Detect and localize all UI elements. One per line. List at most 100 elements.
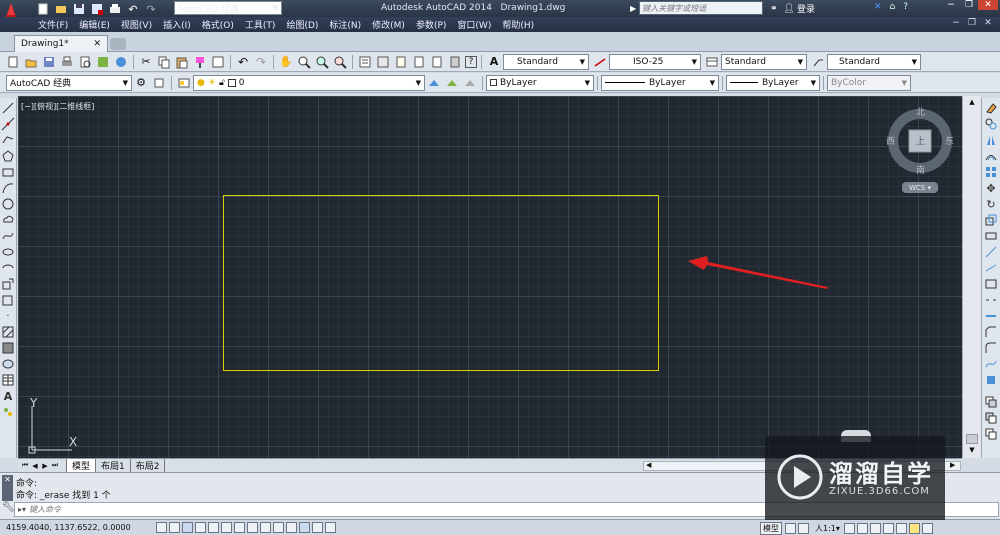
compass-north[interactable]: 北 <box>916 105 925 118</box>
make-block-icon[interactable] <box>0 292 16 308</box>
new-file-icon[interactable] <box>5 54 21 70</box>
fillet-icon[interactable] <box>983 340 999 356</box>
3d-dwf-icon[interactable] <box>113 54 129 70</box>
circle-icon[interactable] <box>0 196 16 212</box>
layer-previous-icon[interactable] <box>444 75 460 91</box>
copy-object-icon[interactable] <box>983 116 999 132</box>
tab-drawing1[interactable]: Drawing1* ✕ <box>14 35 108 52</box>
polygon-icon[interactable] <box>0 148 16 164</box>
arc-icon[interactable] <box>0 180 16 196</box>
redo-icon[interactable]: ↷ <box>143 1 159 17</box>
blend-curves-icon[interactable] <box>983 356 999 372</box>
ellipse-arc-icon[interactable] <box>0 260 16 276</box>
lightbulb-icon[interactable]: ● <box>197 78 205 88</box>
model-space-button[interactable]: 模型 <box>760 522 782 535</box>
match-properties-icon[interactable] <box>192 54 208 70</box>
doc-close-icon[interactable]: ✕ <box>980 18 996 28</box>
undo-toolbar-icon[interactable]: ↶ <box>235 54 251 70</box>
quick-view-drawings-icon[interactable] <box>798 523 809 534</box>
doc-minimize-icon[interactable]: − <box>948 18 964 28</box>
ellipse-icon[interactable] <box>0 244 16 260</box>
break-at-point-icon[interactable] <box>983 276 999 292</box>
grid-display-icon[interactable] <box>182 522 193 533</box>
lineweight-display-icon[interactable] <box>286 522 297 533</box>
make-current-layer-icon[interactable] <box>426 75 442 91</box>
paste-icon[interactable] <box>174 54 190 70</box>
extend-icon[interactable] <box>983 260 999 276</box>
hardware-acceleration-icon[interactable] <box>895 523 907 534</box>
copy-icon[interactable] <box>156 54 172 70</box>
new-icon[interactable] <box>35 1 51 17</box>
quick-properties-icon[interactable] <box>312 522 323 533</box>
binoculars-icon[interactable]: ⚭ <box>770 4 778 14</box>
vertical-scrollbar[interactable]: ▲ ▼ <box>962 96 981 458</box>
menu-help[interactable]: 帮助(H) <box>502 18 534 31</box>
menu-format[interactable]: 格式(O) <box>202 18 234 31</box>
save-icon[interactable] <box>71 1 87 17</box>
text-style-dropdown[interactable]: Standard ▼ <box>503 53 589 70</box>
linetype-dropdown[interactable]: ByLayer ▼ <box>601 74 719 91</box>
join-icon[interactable] <box>983 308 999 324</box>
print-icon[interactable] <box>107 1 123 17</box>
table-style-icon[interactable] <box>704 54 720 70</box>
coordinates-readout[interactable]: 4159.4040, 1137.6522, 0.0000 <box>6 523 156 532</box>
line-icon[interactable] <box>0 100 16 116</box>
publish-icon[interactable] <box>95 54 111 70</box>
search-input[interactable] <box>639 1 764 15</box>
workspace-switching-icon[interactable] <box>869 523 881 534</box>
last-layout-icon[interactable]: ⏭ <box>50 461 60 470</box>
redo-toolbar-icon[interactable]: ↷ <box>253 54 269 70</box>
save-file-icon[interactable] <box>41 54 57 70</box>
trim-icon[interactable] <box>983 244 999 260</box>
open-file-icon[interactable] <box>23 54 39 70</box>
close-icon[interactable]: ✕ <box>978 0 998 10</box>
help-toolbar-icon[interactable]: ? <box>465 55 477 68</box>
polar-tracking-icon[interactable] <box>208 522 219 533</box>
lineweight-dropdown[interactable]: ByLayer ▼ <box>726 74 820 91</box>
menu-parametric[interactable]: 参数(P) <box>416 18 446 31</box>
table-style-dropdown[interactable]: Standard ▼ <box>721 53 807 70</box>
login-link[interactable]: 登录 <box>797 2 815 15</box>
polyline-icon[interactable] <box>0 132 16 148</box>
command-close-icon[interactable]: ✕ <box>2 475 13 501</box>
design-center-icon[interactable] <box>375 54 391 70</box>
menu-insert[interactable]: 插入(I) <box>163 18 191 31</box>
hatch-icon[interactable] <box>0 324 16 340</box>
rotate-icon[interactable]: ↻ <box>983 196 999 212</box>
menu-tools[interactable]: 工具(T) <box>245 18 276 31</box>
new-tab-button[interactable] <box>110 38 126 50</box>
unlock-icon[interactable]: 🔓︎ <box>219 78 225 88</box>
workspace-toolbar-dropdown[interactable]: AutoCAD 经典 ▼ <box>6 74 132 91</box>
menu-draw[interactable]: 绘图(D) <box>286 18 318 31</box>
dynamic-input-icon[interactable] <box>273 522 284 533</box>
menu-modify[interactable]: 修改(M) <box>372 18 405 31</box>
tab-close-icon[interactable]: ✕ <box>93 39 101 49</box>
revision-cloud-icon[interactable] <box>0 212 16 228</box>
minimize-icon[interactable]: − <box>942 0 960 10</box>
compass-east[interactable]: 东 <box>945 134 954 147</box>
next-layout-icon[interactable]: ▶ <box>40 462 50 470</box>
viewport-controls-label[interactable]: [−][俯视][二维线框] <box>21 101 94 112</box>
menu-edit[interactable]: 编辑(E) <box>79 18 110 31</box>
plotstyle-dropdown[interactable]: ByColor ▼ <box>827 74 911 91</box>
dim-style-dropdown[interactable]: ISO-25 ▼ <box>609 53 701 70</box>
erase-icon[interactable] <box>983 100 999 116</box>
drawn-rectangle[interactable] <box>223 195 659 371</box>
open-icon[interactable] <box>53 1 69 17</box>
markup-icon[interactable] <box>429 54 445 70</box>
infer-constraints-icon[interactable] <box>156 522 167 533</box>
multiline-text-icon[interactable]: A <box>0 388 16 404</box>
help-icon[interactable]: ? <box>903 2 908 12</box>
layer-dropdown[interactable]: ● ☀ 🔓︎ 0 ▼ <box>193 74 425 91</box>
quickcalc-icon[interactable] <box>447 54 463 70</box>
plot-preview-icon[interactable] <box>77 54 93 70</box>
menu-dimension[interactable]: 标注(N) <box>329 18 361 31</box>
undo-icon[interactable]: ↶ <box>125 1 141 17</box>
workspace-dropdown[interactable]: AutoCAD 经典 ▼ <box>174 1 282 15</box>
sun-icon[interactable]: ☀ <box>208 78 216 88</box>
multileader-style-dropdown[interactable]: Standard ▼ <box>827 53 921 70</box>
array-icon[interactable] <box>983 164 999 180</box>
annotation-scale[interactable]: 人1:1▾ <box>815 523 840 534</box>
viewcube[interactable]: 北 南 东 西 上 WCS ▾ <box>880 104 960 204</box>
layer-manager-icon[interactable] <box>176 75 192 91</box>
